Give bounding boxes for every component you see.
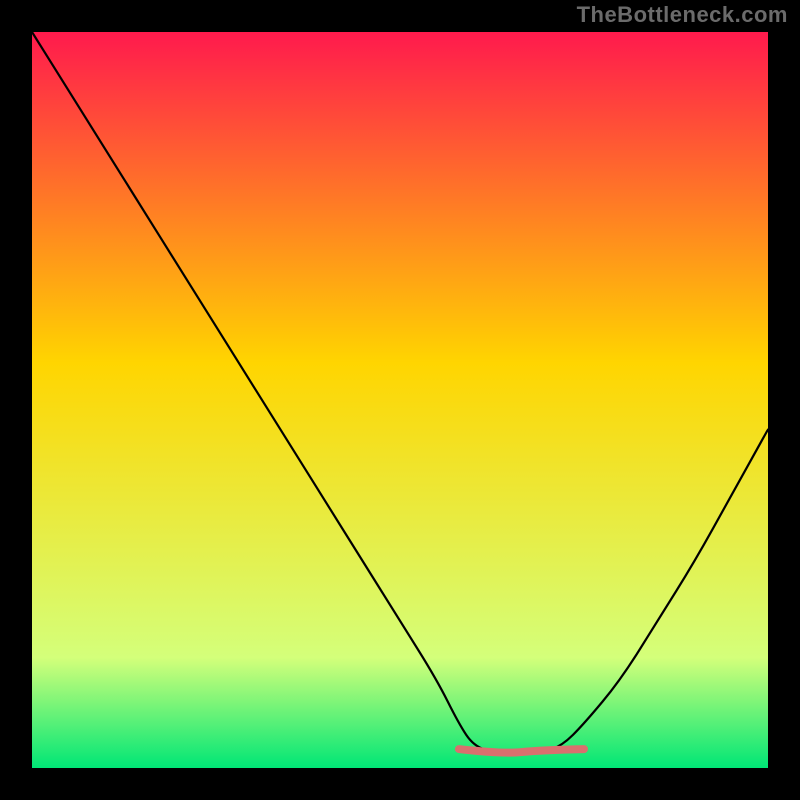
chart-svg xyxy=(32,32,768,768)
plot-area xyxy=(32,32,768,768)
chart-frame: TheBottleneck.com xyxy=(0,0,800,800)
highlight-region xyxy=(459,749,584,753)
gradient-background xyxy=(32,32,768,768)
attribution-text: TheBottleneck.com xyxy=(577,2,788,28)
